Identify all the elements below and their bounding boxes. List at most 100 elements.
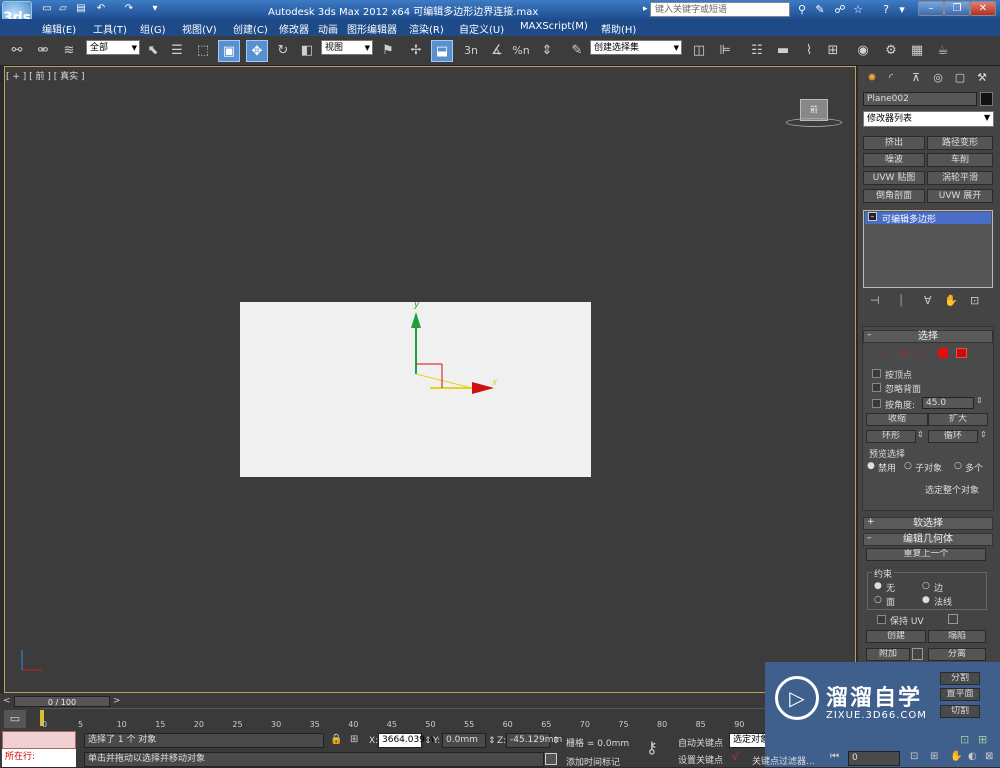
orbit-icon[interactable]: ◐ <box>968 751 977 762</box>
tools-icon[interactable]: ✎ <box>812 2 828 17</box>
y-coordinate-field[interactable]: 0.0mm <box>442 733 486 748</box>
modifier-extrude-button[interactable]: 挤出 <box>863 136 925 150</box>
make-unique-icon[interactable]: ∀ <box>924 294 932 307</box>
soft-selection-expand-icon[interactable]: + <box>867 517 875 527</box>
modifier-unwrap-uvw-button[interactable]: UVW 展开 <box>927 189 993 203</box>
ring-spinner-icon[interactable]: ⇕ <box>917 430 924 439</box>
menu-modifiers[interactable]: 修改器 <box>279 21 309 36</box>
zoom-extents-selected-icon[interactable]: ⊡ <box>960 733 969 746</box>
y-spinner-icon[interactable]: ⇕ <box>488 736 496 746</box>
link-icon[interactable]: ⚯ <box>6 40 28 62</box>
shrink-button[interactable]: 收缩 <box>866 413 928 426</box>
menu-group[interactable]: 组(G) <box>140 21 166 36</box>
window-crossing-icon[interactable]: ▣ <box>218 40 240 62</box>
preview-multi-radio[interactable]: ○ <box>954 461 962 471</box>
schematic-view-icon[interactable]: ⊞ <box>822 40 844 62</box>
z-coordinate-field[interactable]: -45.129mm <box>506 733 562 748</box>
layer-manager-icon[interactable]: ☷ <box>746 40 768 62</box>
search-arrow-icon[interactable]: ▸ <box>643 4 648 14</box>
redo-icon[interactable]: ↷ <box>122 2 136 16</box>
detach-button[interactable]: 分离 <box>928 648 986 661</box>
menu-create[interactable]: 创建(C) <box>233 21 268 36</box>
transform-gizmo[interactable] <box>400 300 500 400</box>
edit-geometry-rollup[interactable]: 编辑几何体 <box>863 533 993 546</box>
menu-graph-editors[interactable]: 图形编辑器 <box>347 21 397 36</box>
unlink-icon[interactable]: ⚮ <box>32 40 54 62</box>
loop-spinner-icon[interactable]: ⇕ <box>980 430 987 439</box>
absolute-mode-icon[interactable]: ⊞ <box>350 734 358 745</box>
binoculars-icon[interactable]: ⚲ <box>794 2 810 17</box>
attach-button[interactable]: 附加 <box>866 648 910 661</box>
create-tab-icon[interactable]: ✸ <box>864 70 880 86</box>
constraint-normal-radio[interactable]: ● <box>922 595 930 605</box>
select-by-name-icon[interactable]: ☰ <box>166 40 188 62</box>
maxscript-listener-field[interactable] <box>2 731 76 749</box>
render-icon[interactable]: ☕ <box>932 40 954 62</box>
add-time-tag-label[interactable]: 添加时间标记 <box>566 755 620 768</box>
select-manipulate-icon[interactable]: ✢ <box>405 40 427 62</box>
preview-subobj-radio[interactable]: ○ <box>904 461 912 471</box>
modifier-list-dropdown[interactable]: 修改器列表 <box>863 111 994 127</box>
constraint-none-radio[interactable]: ● <box>874 581 882 591</box>
mirror-icon[interactable]: ◫ <box>688 40 710 62</box>
key-icon[interactable]: ⚷ <box>646 738 658 757</box>
field-of-view-icon[interactable]: ✋ <box>950 751 962 762</box>
set-key-button[interactable]: 设置关键点 <box>678 753 723 766</box>
save-icon[interactable]: ▤ <box>74 2 88 16</box>
time-prev-icon[interactable]: < <box>3 696 11 706</box>
hierarchy-tab-icon[interactable]: ⊼ <box>908 70 924 86</box>
menu-help[interactable]: 帮助(H) <box>601 21 636 36</box>
bind-space-warp-icon[interactable]: ≋ <box>58 40 80 62</box>
keyboard-shortcut-icon[interactable]: ⬓ <box>431 40 453 62</box>
named-selection-dropdown[interactable]: 创建选择集 <box>590 40 682 55</box>
menu-edit[interactable]: 编辑(E) <box>42 21 76 36</box>
render-setup-icon[interactable]: ⚙ <box>880 40 902 62</box>
quick-access-dropdown-icon[interactable]: ▾ <box>148 2 162 16</box>
grow-button[interactable]: 扩大 <box>928 413 988 426</box>
favorites-icon[interactable]: ☆ <box>850 2 866 17</box>
maxscript-mini-listener[interactable]: 所在行: <box>2 749 76 767</box>
modifier-turbosmooth-button[interactable]: 涡轮平滑 <box>927 171 993 185</box>
align-icon[interactable]: ⊫ <box>714 40 736 62</box>
rollup-collapse-icon[interactable]: – <box>867 330 872 340</box>
menu-customize[interactable]: 自定义(U) <box>459 21 504 36</box>
edge-subobject-icon[interactable]: ◁ <box>899 348 907 359</box>
stack-expand-icon[interactable]: – <box>868 212 877 221</box>
spinner-snap-icon[interactable]: ⇕ <box>536 40 558 62</box>
by-angle-checkbox[interactable] <box>872 399 881 408</box>
element-subobject-icon[interactable] <box>956 348 967 358</box>
edit-geometry-collapse-icon[interactable]: – <box>867 533 872 543</box>
angle-spinner[interactable]: 45.0 <box>922 397 974 409</box>
z-spinner-icon[interactable]: ⇕ <box>552 736 560 746</box>
configure-sets-icon[interactable]: ⊡ <box>970 294 979 307</box>
create-button[interactable]: 创建 <box>866 630 926 643</box>
preserve-uv-checkbox[interactable] <box>877 615 886 624</box>
angle-snap-icon[interactable]: ∡ <box>486 40 508 62</box>
soft-selection-rollup[interactable]: 软选择 <box>863 517 993 530</box>
lock-selection-icon[interactable]: 🔒 <box>330 734 342 745</box>
menu-tools[interactable]: 工具(T) <box>93 21 127 36</box>
zoom-extents-all-icon[interactable]: ⊞ <box>978 733 987 746</box>
percent-snap-icon[interactable]: %n <box>510 40 532 62</box>
selection-filter-dropdown[interactable]: 全部 <box>86 40 140 55</box>
restore-button[interactable]: ❐ <box>944 1 970 16</box>
viewport-label[interactable]: [ + ] [ 前 ] [ 真实 ] <box>6 69 85 82</box>
key-mode-dropdown[interactable]: 选定对象 <box>729 733 769 748</box>
display-tab-icon[interactable]: ▢ <box>952 70 968 86</box>
preview-off-radio[interactable]: ● <box>867 461 875 471</box>
polygon-subobject-icon[interactable] <box>938 348 948 358</box>
modifier-lathe-button[interactable]: 车削 <box>927 153 993 167</box>
modifier-noise-button[interactable]: 噪波 <box>863 153 925 167</box>
maximize-viewport-icon[interactable]: ⊠ <box>985 751 993 762</box>
zoom-extents-icon[interactable]: ⊡ <box>910 751 918 762</box>
show-end-result-icon[interactable]: ⏐ <box>898 294 904 308</box>
motion-tab-icon[interactable]: ◎ <box>930 70 946 86</box>
menu-maxscript[interactable]: MAXScript(M) <box>520 21 588 32</box>
utilities-tab-icon[interactable]: ⚒ <box>974 70 990 86</box>
open-icon[interactable]: ▱ <box>56 2 70 16</box>
modifier-path-deform-button[interactable]: 路径变形 <box>927 136 993 150</box>
preserve-uv-settings-icon[interactable] <box>948 614 958 624</box>
ignore-backfacing-checkbox[interactable] <box>872 383 881 392</box>
graphite-tools-icon[interactable]: ▬ <box>772 40 794 62</box>
menu-animation[interactable]: 动画 <box>318 21 338 36</box>
